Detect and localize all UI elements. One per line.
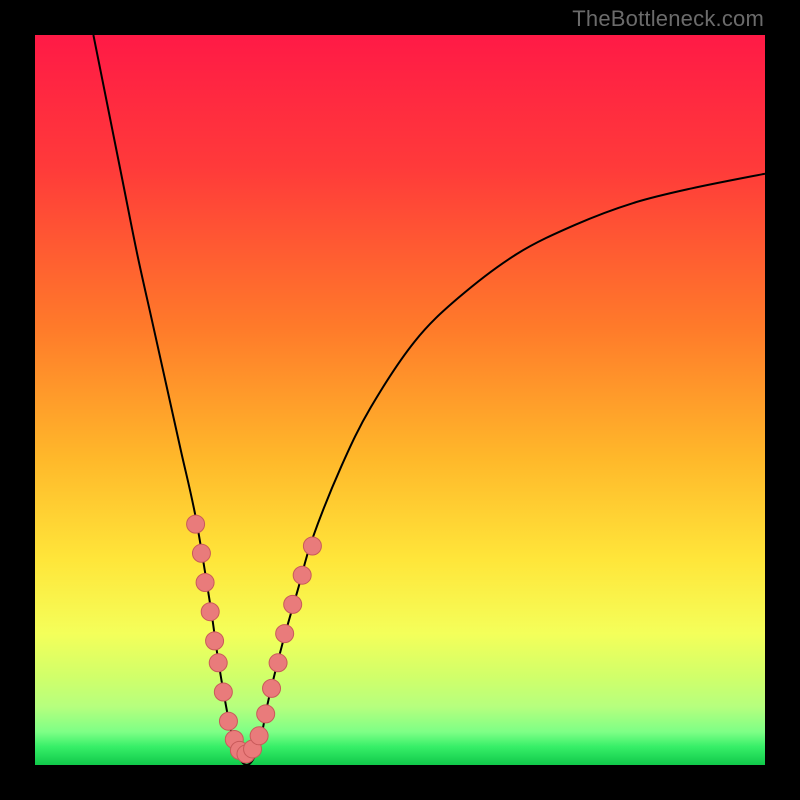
data-marker [303,537,321,555]
data-marker [284,595,302,613]
data-marker [196,574,214,592]
data-marker [201,603,219,621]
data-marker [219,712,237,730]
data-marker [269,654,287,672]
data-marker [209,654,227,672]
gradient-background [35,35,765,765]
data-marker [257,705,275,723]
data-marker [276,625,294,643]
data-marker [293,566,311,584]
data-marker [187,515,205,533]
data-marker [214,683,232,701]
data-marker [263,679,281,697]
data-marker [192,544,210,562]
bottleneck-chart [0,0,800,800]
chart-frame: TheBottleneck.com [0,0,800,800]
watermark-text: TheBottleneck.com [572,6,764,32]
data-marker [250,727,268,745]
data-marker [206,632,224,650]
